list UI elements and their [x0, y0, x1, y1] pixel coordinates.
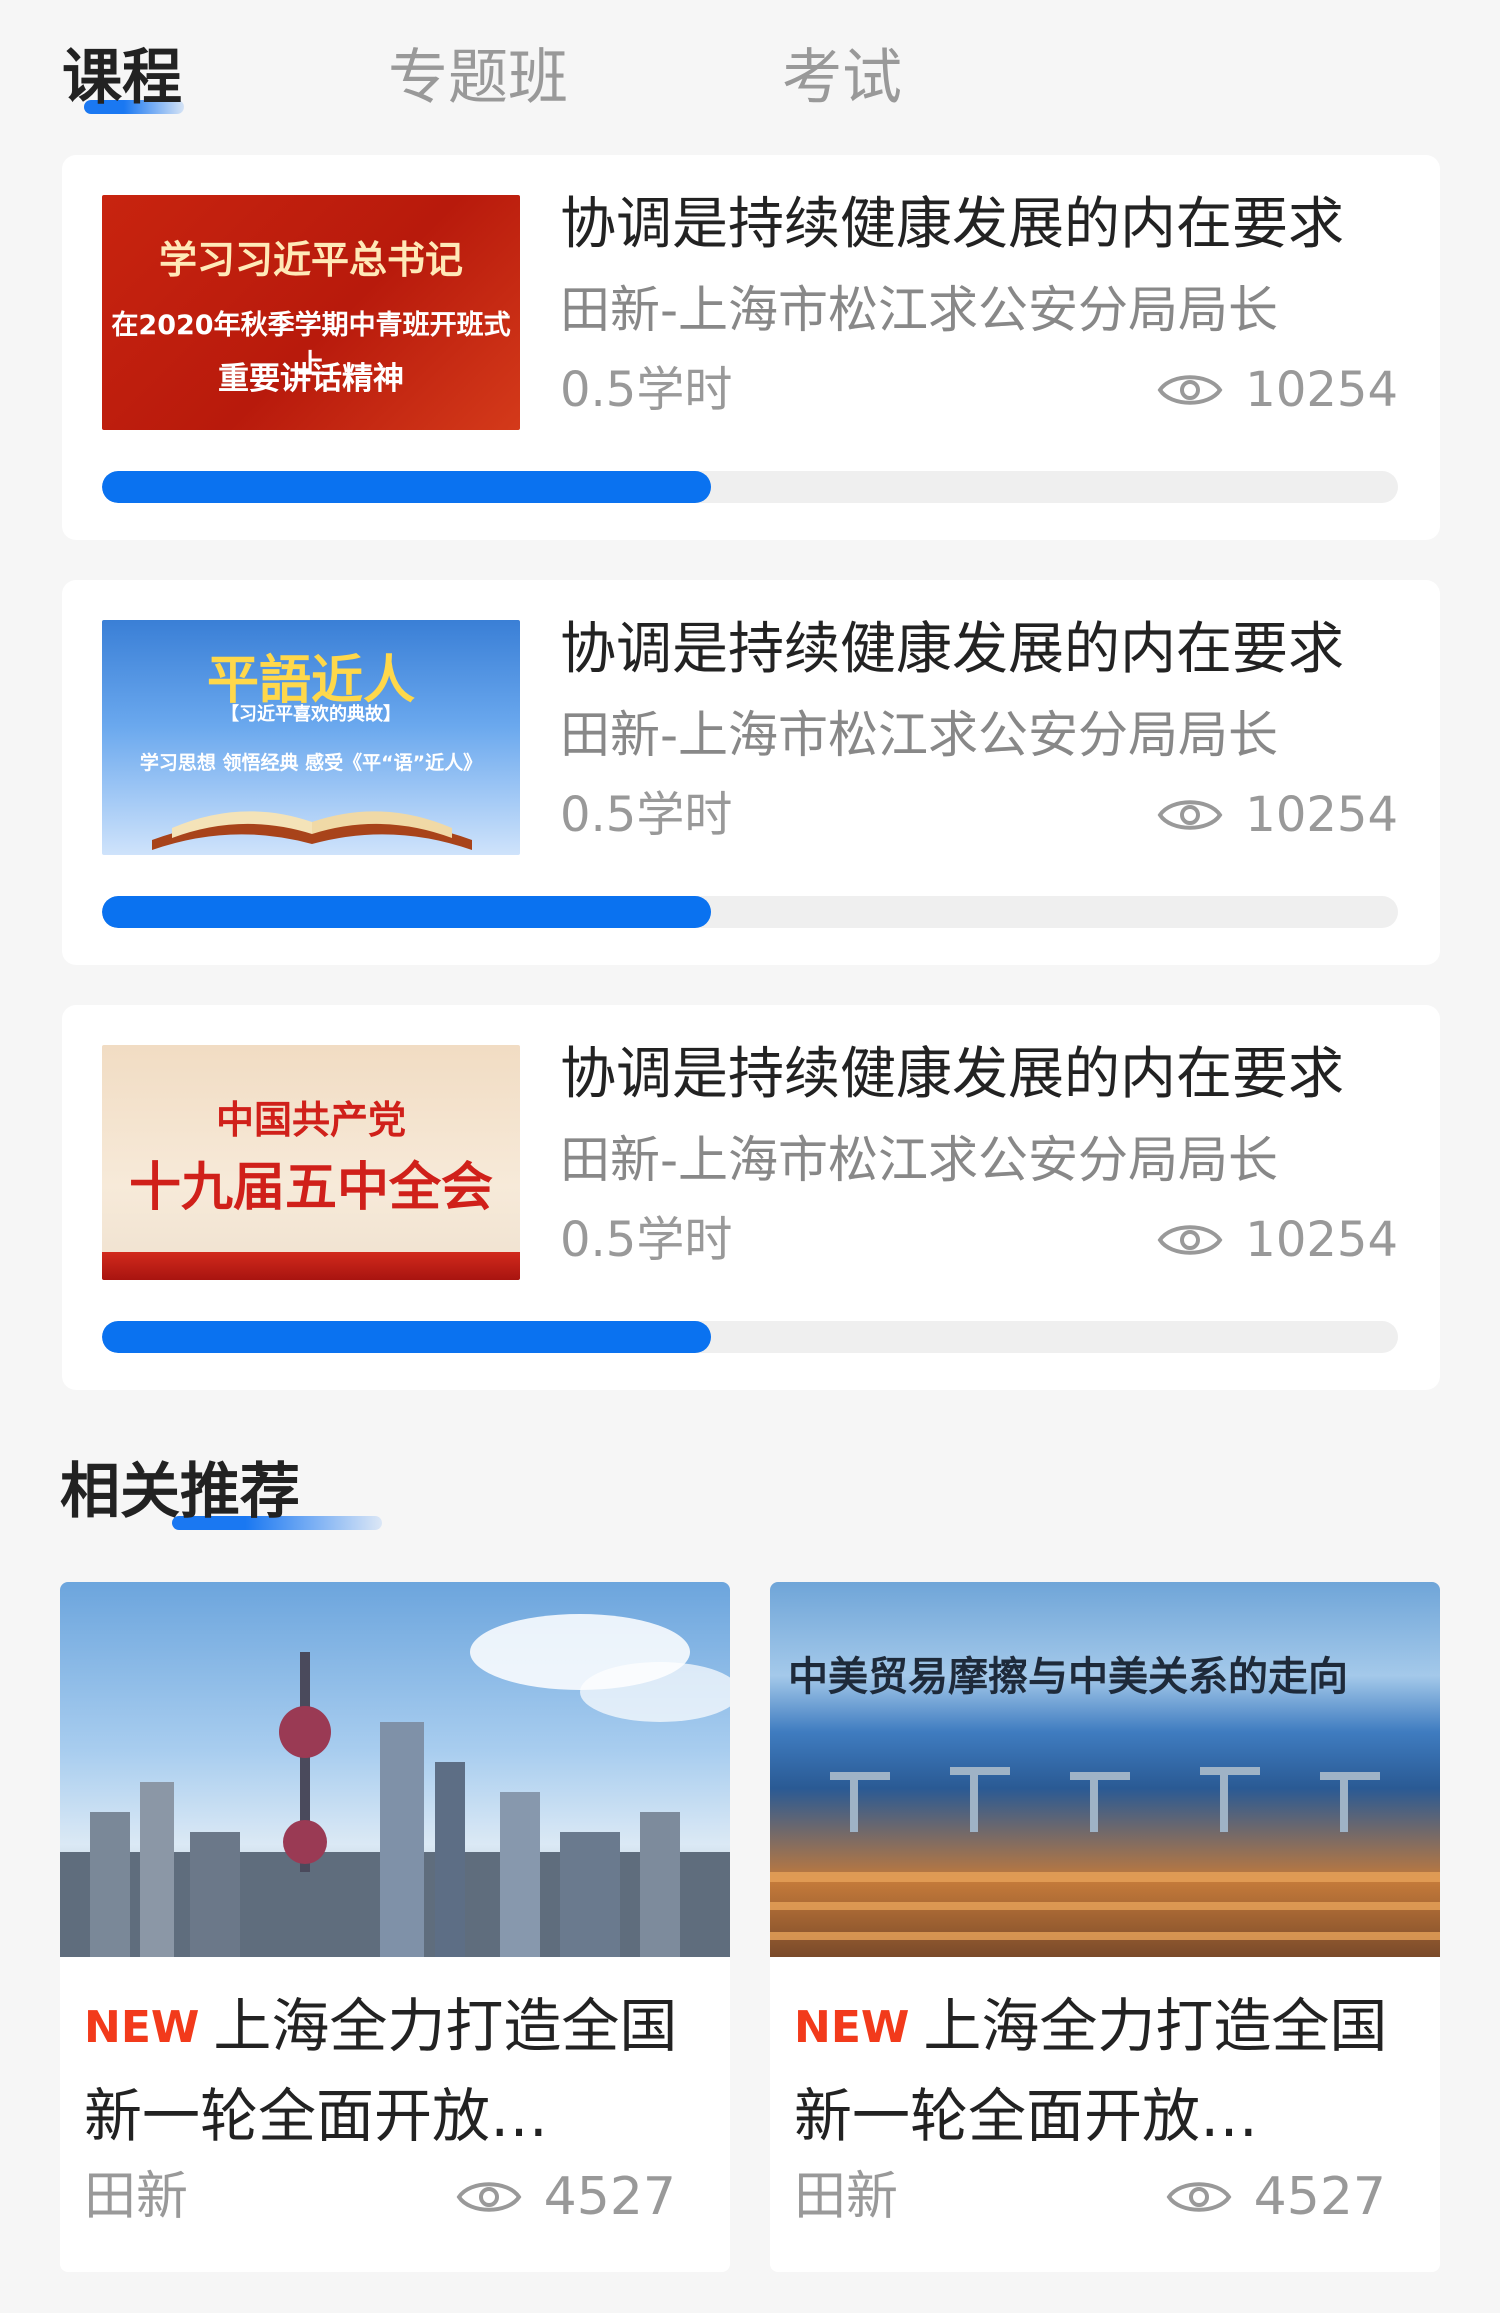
course-title: 协调是持续健康发展的内在要求 [560, 192, 1344, 257]
course-thumbnail: 中国共产党 十九届五中全会 [102, 1045, 520, 1280]
course-views: 10254 [1157, 780, 1398, 850]
recommend-views: 4527 [456, 2162, 676, 2232]
course-hours: 0.5学时 [560, 787, 733, 843]
eye-icon [1166, 2182, 1232, 2212]
skyline-image [60, 1614, 730, 1957]
new-badge: NEW [794, 2002, 910, 2053]
tab-exam[interactable]: 考试 [782, 38, 902, 118]
new-badge: NEW [84, 2002, 200, 2053]
eye-icon [456, 2182, 522, 2212]
port-image [770, 1767, 1440, 1940]
course-card[interactable]: 平語近人 【习近平喜欢的典故】 学习思想 领悟经典 感受《平“语”近人》 协调是… [62, 580, 1440, 965]
section-title-recommend: 相关推荐 [60, 1452, 382, 1532]
tab-special-class[interactable]: 专题班 [388, 38, 568, 118]
recommend-card[interactable]: 中美贸易摩擦与中美关系的走向 NEW 上海全力打造全国新一轮全面开放… 田新 45… [770, 1582, 1440, 2272]
recommend-title: NEW 上海全力打造全国新一轮全面开放… [794, 1992, 1388, 2150]
eye-icon [1157, 375, 1223, 405]
progress-fill [102, 1321, 712, 1353]
course-views: 10254 [1157, 1205, 1398, 1275]
progress-bar [102, 896, 1398, 928]
course-hours: 0.5学时 [560, 1212, 733, 1268]
recommend-image: 中美贸易摩擦与中美关系的走向 [770, 1582, 1440, 1957]
course-title: 协调是持续健康发展的内在要求 [560, 617, 1344, 682]
course-author: 田新-上海市松江求公安分局局长 [560, 706, 1279, 764]
course-thumbnail: 平語近人 【习近平喜欢的典故】 学习思想 领悟经典 感受《平“语”近人》 [102, 620, 520, 855]
course-thumbnail: 学习习近平总书记 在2020年秋季学期中青班开班式上 重要讲话精神 [102, 195, 520, 430]
course-title: 协调是持续健康发展的内在要求 [560, 1042, 1344, 1107]
progress-bar [102, 1321, 1398, 1353]
book-icon [152, 811, 472, 850]
progress-fill [102, 896, 712, 928]
course-card[interactable]: 学习习近平总书记 在2020年秋季学期中青班开班式上 重要讲话精神 协调是持续健… [62, 155, 1440, 540]
course-card[interactable]: 中国共产党 十九届五中全会 协调是持续健康发展的内在要求 田新-上海市松江求公安… [62, 1005, 1440, 1390]
tab-courses[interactable]: 课程 [62, 38, 184, 118]
recommend-author: 田新 [794, 2167, 899, 2227]
recommend-image [60, 1582, 730, 1957]
progress-bar [102, 471, 1398, 503]
course-author: 田新-上海市松江求公安分局局长 [560, 1131, 1279, 1189]
recommend-author: 田新 [84, 2167, 189, 2227]
course-hours: 0.5学时 [560, 362, 733, 418]
recommend-title: NEW 上海全力打造全国新一轮全面开放… [84, 1992, 678, 2150]
recommend-card[interactable]: NEW 上海全力打造全国新一轮全面开放… 田新 4527 [60, 1582, 730, 2272]
red-ribbon [102, 1252, 520, 1280]
progress-fill [102, 471, 712, 503]
course-views: 10254 [1157, 355, 1398, 425]
tab-bar: 课程 专题班 考试 [0, 0, 1500, 150]
eye-icon [1157, 1225, 1223, 1255]
recommend-views: 4527 [1166, 2162, 1386, 2232]
course-author: 田新-上海市松江求公安分局局长 [560, 281, 1279, 339]
eye-icon [1157, 800, 1223, 830]
